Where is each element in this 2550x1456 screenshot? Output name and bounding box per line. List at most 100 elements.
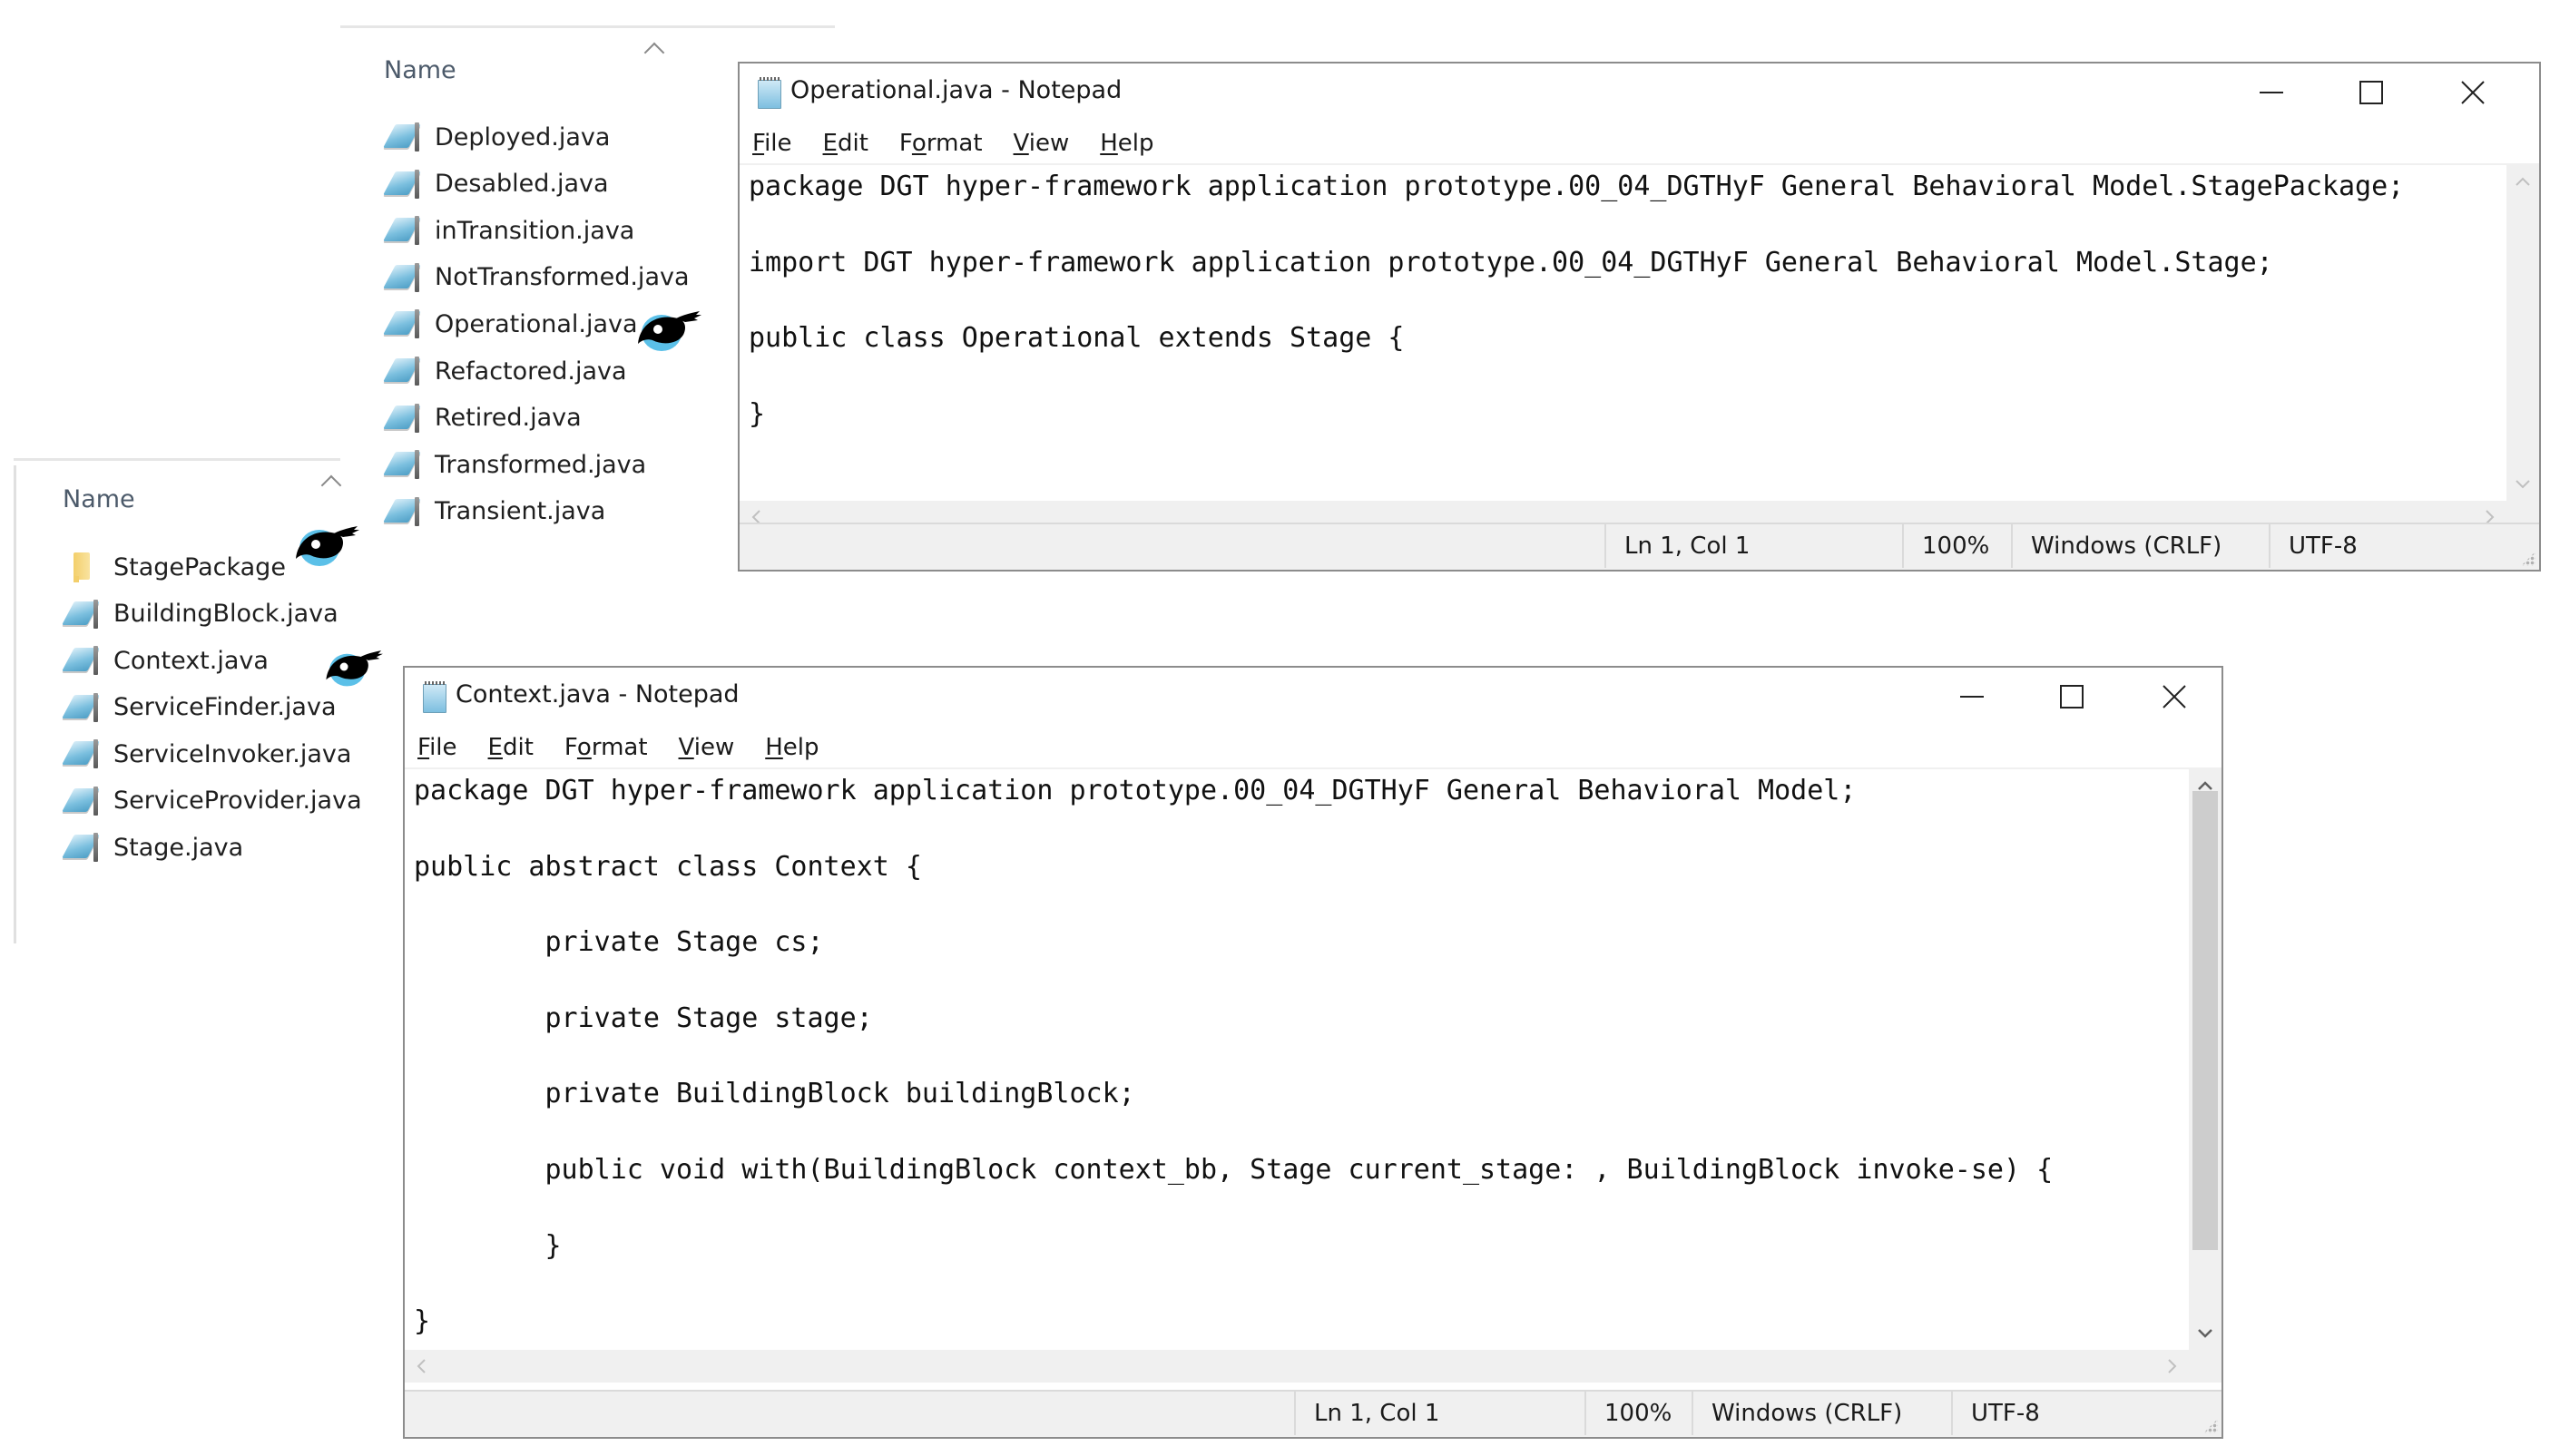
- scroll-right-button[interactable]: [2156, 1350, 2189, 1383]
- vertical-scrollbar[interactable]: [2189, 769, 2221, 1350]
- java-file-icon: [62, 785, 101, 817]
- file-item[interactable]: Context.java: [62, 640, 269, 681]
- folder-item[interactable]: StagePackage: [64, 546, 286, 588]
- file-name: Deployed.java: [435, 122, 611, 151]
- chevron-up-icon: [2516, 177, 2530, 186]
- java-file-icon: [62, 691, 101, 724]
- file-name: ServiceInvoker.java: [113, 739, 352, 768]
- scrollbar-thumb[interactable]: [2192, 791, 2218, 1250]
- minimize-button[interactable]: [1650, 668, 1750, 726]
- scroll-left-button[interactable]: [405, 1350, 437, 1383]
- status-line-ending: Windows (CRLF): [2011, 524, 2269, 568]
- code-line: public void with(BuildingBlock context_b…: [414, 1154, 2054, 1186]
- window-title: Context.java - Notepad: [456, 680, 740, 708]
- file-item[interactable]: Transient.java: [383, 491, 605, 533]
- java-file-icon: [383, 308, 422, 340]
- title-bar[interactable]: Context.java - Notepad: [405, 668, 2221, 728]
- sort-ascending-icon[interactable]: [320, 474, 342, 496]
- resize-grip[interactable]: [2203, 1419, 2218, 1433]
- menu-format[interactable]: Format: [896, 130, 986, 157]
- file-item[interactable]: Deployed.java: [383, 116, 611, 158]
- java-file-icon: [62, 738, 101, 770]
- menu-help[interactable]: Help: [761, 734, 822, 761]
- code-line: private BuildingBlock buildingBlock;: [414, 1078, 1135, 1110]
- text-editor[interactable]: package DGT hyper-framework application …: [740, 165, 2506, 501]
- file-item[interactable]: Transformed.java: [383, 444, 646, 485]
- file-item[interactable]: Desabled.java: [383, 163, 609, 205]
- file-item[interactable]: Operational.java: [383, 303, 638, 345]
- menu-view[interactable]: View: [675, 734, 739, 761]
- panel-border: [14, 465, 16, 943]
- minimize-icon: [2260, 92, 2283, 93]
- sort-ascending-icon[interactable]: [643, 42, 665, 64]
- maximize-button[interactable]: [2022, 668, 2122, 726]
- status-bar: Ln 1, Col 1 100% Windows (CRLF) UTF-8: [405, 1390, 2221, 1437]
- code-line: package DGT hyper-framework application …: [414, 775, 1857, 806]
- java-file-icon: [62, 598, 101, 630]
- file-item[interactable]: BuildingBlock.java: [62, 593, 338, 635]
- status-cursor-position: Ln 1, Col 1: [1294, 1392, 1584, 1435]
- column-header-name[interactable]: Name: [384, 56, 456, 84]
- panel-border: [14, 458, 340, 461]
- file-item[interactable]: ServiceProvider.java: [62, 780, 362, 822]
- file-item[interactable]: ServiceFinder.java: [62, 687, 337, 728]
- menu-help[interactable]: Help: [1096, 130, 1157, 157]
- chevron-left-icon: [417, 1359, 426, 1373]
- title-bar[interactable]: Operational.java - Notepad: [740, 64, 2539, 123]
- vertical-scrollbar[interactable]: [2506, 165, 2539, 501]
- close-button[interactable]: [2423, 64, 2523, 122]
- minimize-button[interactable]: [2221, 64, 2321, 122]
- code-line: private Stage stage;: [414, 1002, 873, 1034]
- menu-bar: File Edit Format View Help: [740, 123, 2539, 165]
- scroll-down-button[interactable]: [2189, 1317, 2221, 1350]
- close-icon: [2163, 685, 2186, 708]
- scroll-up-button[interactable]: [2506, 165, 2539, 198]
- java-file-icon: [383, 168, 422, 200]
- chevron-right-icon: [2168, 1359, 2177, 1373]
- file-name: Stage.java: [113, 833, 244, 862]
- eye-icon: [638, 311, 701, 351]
- file-item[interactable]: NotTransformed.java: [383, 257, 690, 298]
- code-line: }: [414, 1229, 562, 1262]
- resize-grip[interactable]: [2521, 552, 2535, 566]
- minimize-button[interactable]: [1922, 668, 2022, 726]
- file-name: Operational.java: [435, 309, 638, 338]
- code-line: private Stage cs;: [414, 926, 824, 959]
- chevron-down-icon: [2198, 1329, 2212, 1338]
- file-name: Desabled.java: [435, 170, 609, 199]
- java-file-icon: [383, 495, 422, 528]
- menu-view[interactable]: View: [1010, 130, 1074, 157]
- close-button[interactable]: [2124, 668, 2224, 726]
- menu-format[interactable]: Format: [561, 734, 652, 761]
- notepad-app-icon: [423, 681, 446, 713]
- menu-file[interactable]: File: [414, 734, 461, 761]
- file-item[interactable]: Retired.java: [383, 397, 582, 439]
- file-item[interactable]: Stage.java: [62, 826, 244, 868]
- file-name: StagePackage: [113, 552, 286, 581]
- scroll-down-button[interactable]: [2506, 468, 2539, 501]
- notepad-window-context: Context.java - Notepad File Edit Format Vie…: [403, 666, 2223, 1439]
- file-item[interactable]: ServiceInvoker.java: [62, 733, 352, 775]
- status-zoom: 100%: [1902, 524, 2011, 568]
- java-file-icon: [383, 261, 422, 294]
- menu-edit[interactable]: Edit: [819, 130, 872, 157]
- chevron-down-icon: [2516, 480, 2530, 489]
- maximize-button[interactable]: [2321, 64, 2421, 122]
- status-cursor-position: Ln 1, Col 1: [1604, 524, 1902, 568]
- file-item[interactable]: Refactored.java: [383, 350, 627, 392]
- window-title: Operational.java - Notepad: [790, 76, 1123, 104]
- menu-file[interactable]: File: [749, 130, 796, 157]
- file-name: Retired.java: [435, 404, 582, 433]
- file-item[interactable]: inTransition.java: [383, 210, 634, 251]
- horizontal-scrollbar[interactable]: [405, 1350, 2221, 1383]
- code-line: package DGT hyper-framework application …: [749, 171, 2405, 202]
- text-editor[interactable]: package DGT hyper-framework application …: [405, 769, 2189, 1350]
- status-zoom: 100%: [1584, 1392, 1692, 1435]
- file-name: Context.java: [113, 646, 269, 675]
- column-header-name[interactable]: Name: [63, 485, 135, 513]
- java-file-icon: [383, 355, 422, 387]
- file-name: ServiceFinder.java: [113, 693, 337, 721]
- menu-edit[interactable]: Edit: [485, 734, 537, 761]
- panel-border: [340, 25, 835, 28]
- maximize-icon: [2359, 81, 2383, 104]
